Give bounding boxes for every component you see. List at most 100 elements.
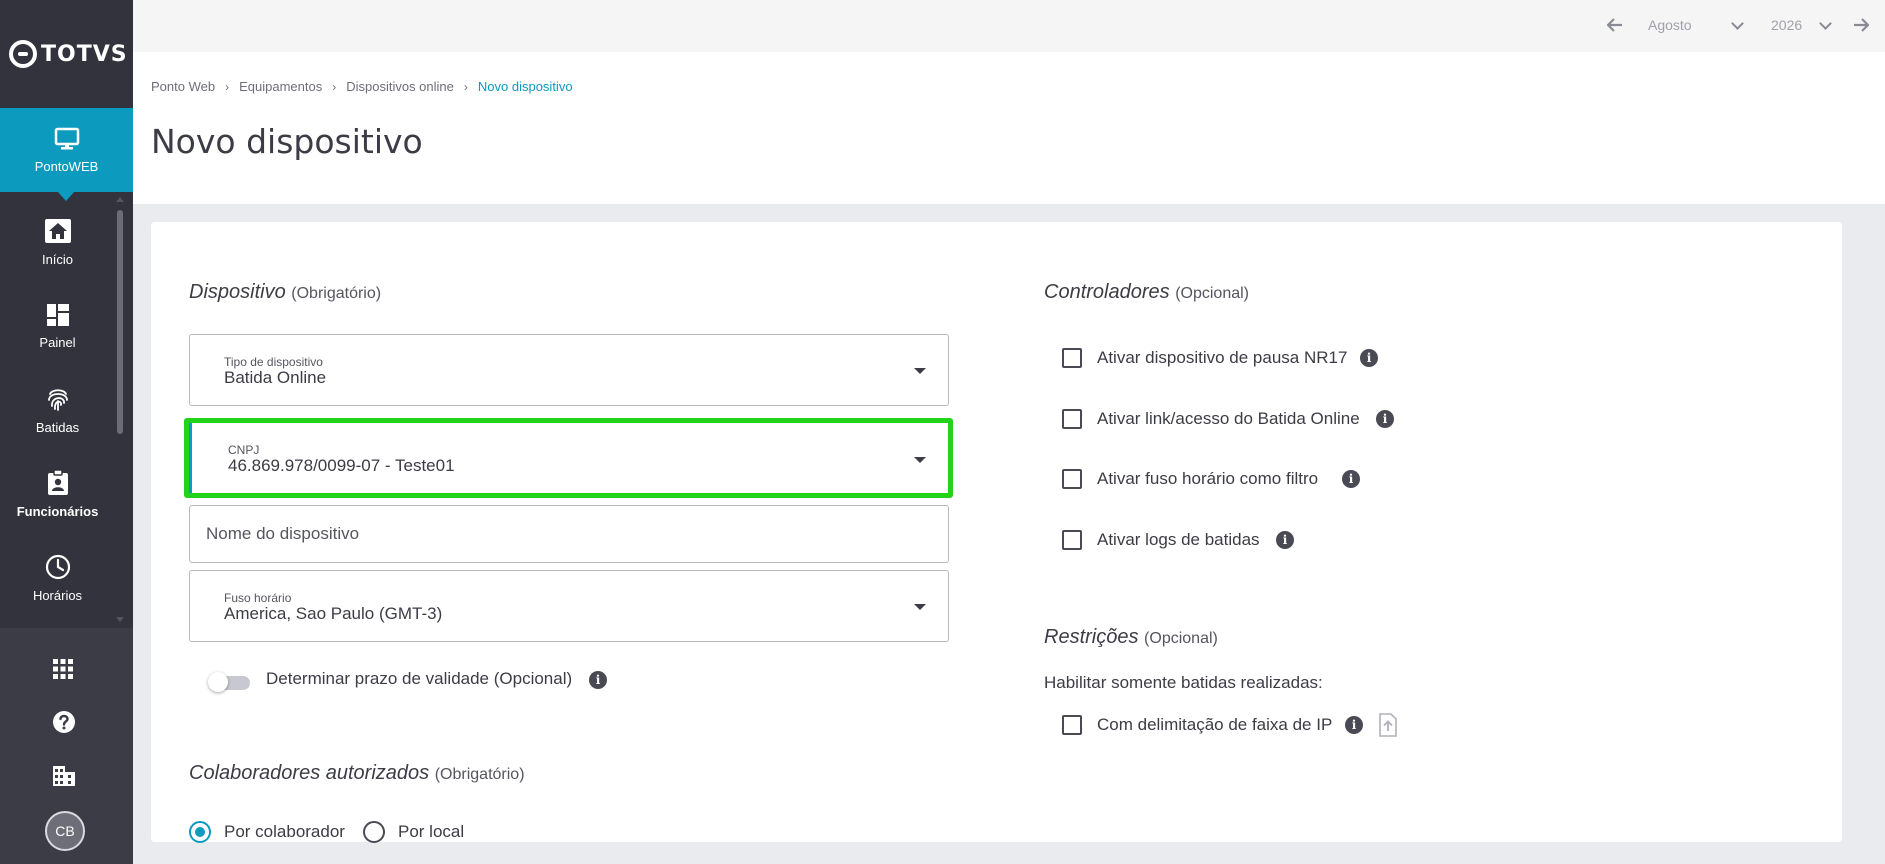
radio-label: Por colaborador <box>224 822 345 841</box>
dashboard-icon <box>46 303 69 326</box>
sidebar-item-label: Início <box>41 251 74 267</box>
section-subtitle: (Opcional) <box>1175 285 1249 302</box>
caret-down-icon <box>914 457 926 463</box>
clock-icon <box>45 554 70 579</box>
breadcrumb-item[interactable]: Dispositivos online <box>346 79 454 94</box>
breadcrumb-current: Novo dispositivo <box>477 79 573 94</box>
device-type-select[interactable]: Tipo de dispositivo Batida Online <box>189 334 949 406</box>
checkbox[interactable] <box>1062 469 1082 489</box>
checkbox-row-nr17[interactable]: Ativar dispositivo de pausa NR17 <box>1062 348 1347 368</box>
checkbox[interactable] <box>1062 715 1082 735</box>
section-title-text: Colaboradores autorizados <box>189 762 430 784</box>
arrow-right-icon[interactable] <box>1853 18 1869 32</box>
section-title-text: Dispositivo <box>189 281 286 303</box>
checkbox-label: Com delimitação de faixa de IP <box>1097 715 1333 734</box>
sidebar-item-batidas[interactable]: Batidas <box>0 368 115 452</box>
sidebar-item-label: PontoWEB <box>34 158 99 174</box>
checkbox-row-fuso-filtro[interactable]: Ativar fuso horário como filtro <box>1062 469 1318 489</box>
avatar[interactable]: CB <box>45 811 85 851</box>
checkbox[interactable] <box>1062 530 1082 550</box>
section-title-restricoes: Restrições (Opcional) <box>1044 626 1218 649</box>
totvs-logo-icon <box>9 40 37 68</box>
checkbox-label: Ativar dispositivo de pausa NR17 <box>1097 348 1348 367</box>
breadcrumb-item[interactable]: Equipamentos <box>239 79 322 94</box>
month-select[interactable]: Agosto <box>1648 17 1692 33</box>
info-icon[interactable]: i <box>1360 349 1378 367</box>
field-label: Tipo de dispositivo <box>224 355 323 369</box>
sidebar-item-label: Funcionários <box>16 503 99 519</box>
caret-down-icon <box>914 368 926 374</box>
section-title-colaboradores: Colaboradores autorizados (Obrigatório) <box>189 762 525 785</box>
field-label: Fuso horário <box>224 591 292 605</box>
sidebar-item-label: Horários <box>32 587 83 603</box>
sidebar: TOTVS PontoWEB Início Painel Batidas Fun… <box>0 0 133 864</box>
section-subtitle: (Obrigatório) <box>434 766 525 783</box>
checkbox[interactable] <box>1062 409 1082 429</box>
device-name-input[interactable]: Nome do dispositivo <box>189 505 949 563</box>
checkbox-label: Ativar logs de batidas <box>1097 530 1260 549</box>
breadcrumb: Ponto Web › Equipamentos › Dispositivos … <box>151 79 573 94</box>
id-badge-icon <box>47 469 68 495</box>
fingerprint-icon <box>47 388 68 411</box>
restricoes-description: Habilitar somente batidas realizadas: <box>1044 673 1323 692</box>
sidebar-item-horarios[interactable]: Horários <box>0 536 115 620</box>
breadcrumb-item[interactable]: Ponto Web <box>151 79 215 94</box>
validity-toggle[interactable] <box>208 671 252 693</box>
arrow-left-icon[interactable] <box>1607 18 1623 32</box>
section-title-controladores: Controladores (Opcional) <box>1044 281 1249 304</box>
toggle-knob <box>208 672 228 692</box>
sidebar-item-inicio[interactable]: Início <box>0 200 115 284</box>
checkbox[interactable] <box>1062 348 1082 368</box>
device-name-placeholder: Nome do dispositivo <box>206 524 360 543</box>
section-subtitle: (Obrigatório) <box>291 285 382 302</box>
file-upload-icon[interactable] <box>1379 713 1397 737</box>
year-select[interactable]: 2026 <box>1771 17 1802 33</box>
building-icon[interactable] <box>52 765 76 787</box>
home-icon <box>44 218 71 243</box>
page-title: Novo dispositivo <box>151 122 423 161</box>
chevron-down-icon[interactable] <box>1731 17 1744 30</box>
section-subtitle: (Opcional) <box>1144 630 1218 647</box>
validity-label: Determinar prazo de validade (Opcional) <box>266 669 573 688</box>
cnpj-select[interactable]: CNPJ 46.869.978/0099-07 - Teste01 <box>184 418 953 498</box>
caret-down-icon <box>914 604 926 610</box>
info-icon[interactable]: i <box>1342 470 1360 488</box>
info-icon[interactable]: i <box>1276 531 1294 549</box>
field-value: America, Sao Paulo (GMT-3) <box>224 604 443 623</box>
totvs-logo[interactable]: TOTVS <box>0 0 133 108</box>
checkbox-label: Ativar link/acesso do Batida Online <box>1097 409 1360 428</box>
top-bar: Agosto 2026 <box>133 0 1885 52</box>
sidebar-item-label: Painel <box>39 334 76 350</box>
sidebar-item-painel[interactable]: Painel <box>0 284 115 368</box>
checkbox-row-logs[interactable]: Ativar logs de batidas <box>1062 530 1260 550</box>
info-icon[interactable]: i <box>1345 716 1363 734</box>
checkbox-row-faixa-ip[interactable]: Com delimitação de faixa de IP <box>1062 715 1332 735</box>
scroll-down-arrow[interactable] <box>116 617 124 622</box>
timezone-select[interactable]: Fuso horário America, Sao Paulo (GMT-3) <box>189 570 949 642</box>
scroll-up-arrow[interactable] <box>116 197 124 202</box>
focus-indicator <box>189 423 192 493</box>
breadcrumb-separator: › <box>225 79 230 94</box>
section-title-text: Controladores <box>1044 281 1170 303</box>
radio-label: Por local <box>398 822 465 841</box>
checkbox-label: Ativar fuso horário como filtro <box>1097 469 1319 488</box>
grid-icon[interactable] <box>52 658 74 680</box>
help-icon[interactable] <box>52 710 76 734</box>
info-icon[interactable]: i <box>1376 410 1394 428</box>
sidebar-item-funcionarios[interactable]: Funcionários <box>0 452 115 536</box>
sidebar-item-pontoweb[interactable]: PontoWEB <box>0 108 133 201</box>
chevron-down-icon[interactable] <box>1819 17 1832 30</box>
breadcrumb-separator: › <box>463 79 468 94</box>
breadcrumb-separator: › <box>332 79 337 94</box>
checkbox-row-link-batida[interactable]: Ativar link/acesso do Batida Online <box>1062 409 1360 429</box>
sidebar-scrollbar[interactable] <box>117 210 123 434</box>
field-label: CNPJ <box>228 443 260 457</box>
radio-por-local[interactable] <box>363 821 385 843</box>
field-value: 46.869.978/0099-07 - Teste01 <box>228 456 455 475</box>
section-title-text: Restrições <box>1044 626 1139 648</box>
monitor-icon <box>54 127 79 149</box>
info-icon[interactable]: i <box>589 671 607 689</box>
field-value: Batida Online <box>224 368 327 387</box>
radio-por-colaborador[interactable] <box>189 821 211 843</box>
brand-name: TOTVS <box>41 41 128 67</box>
